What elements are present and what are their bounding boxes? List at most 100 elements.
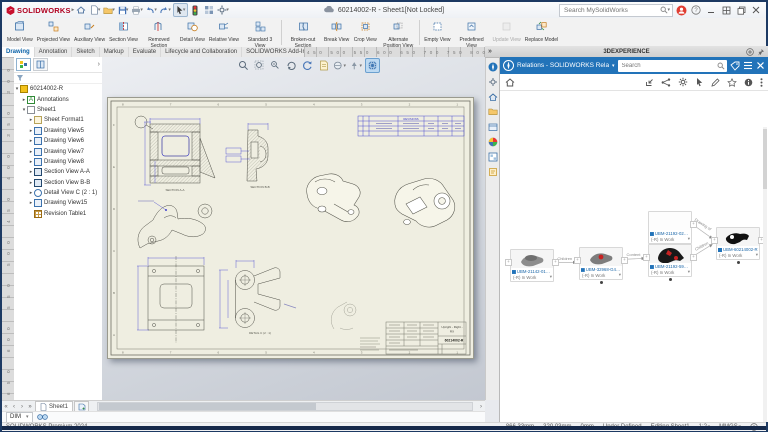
relations-graph-canvas[interactable]: Children Content Drawing of Children ++ … (500, 91, 768, 422)
info-icon[interactable] (744, 78, 753, 87)
view-profile[interactable] (138, 204, 212, 248)
filter-funnel-icon[interactable] (16, 74, 24, 82)
mysolidworks-search[interactable]: ▾ (559, 4, 673, 17)
favorite-star-icon[interactable] (727, 78, 737, 87)
tree-item-sheet1[interactable]: ▾Sheet1 (14, 105, 102, 115)
first-sheet-button[interactable]: « (2, 404, 10, 410)
detail-view-button[interactable]: Detail View (178, 18, 207, 47)
tab-drawing[interactable]: Drawing (2, 47, 35, 57)
options-button[interactable]: ▾ (217, 4, 230, 16)
broken-out-section-button[interactable]: Broken-out Section (284, 18, 322, 47)
panel-scrollbar[interactable] (763, 127, 767, 422)
user-account-icon[interactable] (676, 5, 687, 16)
feature-tree-tab[interactable] (16, 58, 31, 71)
prev-sheet-button[interactable]: ‹ (10, 404, 18, 410)
mysolidworks-search-input[interactable] (562, 6, 660, 15)
view-partial-outline[interactable] (331, 302, 356, 330)
restore-button[interactable] (720, 5, 732, 16)
tree-item-annotations[interactable]: ▸AAnnotations (14, 94, 102, 104)
solidworks-logo[interactable]: SOLIDWORKS ▸ (6, 6, 74, 15)
tree-item-detail-view-c[interactable]: ▸Detail View C (2 : 1) (14, 188, 102, 198)
tab-lifecycle-and-collaboration[interactable]: Lifecycle and Collaboration (161, 47, 242, 57)
solidworks-resources-icon[interactable] (487, 91, 498, 102)
break-view-button[interactable]: Break View (322, 18, 351, 47)
relation-node-1[interactable]: ++ UBM-21142-01605 (-R) In Work▾ (510, 249, 554, 282)
view-isometric-2[interactable] (395, 178, 455, 227)
node-port-icon[interactable]: + (574, 257, 581, 264)
relation-node-3[interactable]: ++ UBM-21192-59185 (-R) In Work▾ (648, 244, 692, 277)
auxiliary-view-button[interactable]: Auxiliary View (72, 18, 107, 47)
relations-search-input[interactable] (620, 62, 717, 70)
view-palette-icon[interactable] (487, 151, 498, 162)
tree-item-document-root[interactable]: ▾60214002-R (14, 84, 102, 94)
section-view-button[interactable]: Section View (107, 18, 140, 47)
tag-icon[interactable] (730, 61, 740, 71)
tab-evaluate[interactable]: Evaluate (129, 47, 161, 57)
new-document-button[interactable]: ▾ (89, 4, 102, 16)
file-explorer-icon[interactable] (487, 121, 498, 132)
search-scope-caret-icon[interactable]: ▾ (667, 7, 670, 13)
dims-front[interactable] (137, 257, 204, 330)
3dexperience-compass-icon[interactable] (487, 61, 498, 72)
add-panel-icon[interactable] (746, 48, 754, 56)
tab-markup[interactable]: Markup (100, 47, 129, 57)
open-button[interactable]: ▾ (103, 4, 116, 16)
graphics-area[interactable]: 8 7 6 5 4 3 2 1 8 7 6 5 4 3 2 1 F E D C … (102, 57, 485, 400)
note-profile[interactable] (138, 201, 167, 211)
close-button[interactable] (750, 5, 762, 16)
alternate-position-view-button[interactable]: Alternate Position View (379, 18, 417, 47)
rotate-view-icon[interactable] (285, 59, 298, 72)
tab-annotation[interactable]: Annotation (35, 47, 73, 57)
display-pane-tab[interactable] (33, 58, 48, 71)
tree-item-drawing-view5[interactable]: ▸Drawing View5 (14, 126, 102, 136)
annotation-filter-icon[interactable] (37, 413, 48, 421)
rebuild-button[interactable] (189, 4, 202, 16)
next-sheet-button[interactable]: › (18, 404, 26, 410)
zoom-to-fit-icon[interactable] (237, 59, 250, 72)
pin-panel-icon[interactable] (757, 48, 765, 56)
save-button[interactable]: ▾ (117, 4, 130, 16)
undo-button[interactable]: ▾ (145, 4, 158, 16)
drawing-sheet[interactable]: 8 7 6 5 4 3 2 1 8 7 6 5 4 3 2 1 F E D C … (107, 97, 474, 359)
menu-icon[interactable] (743, 61, 753, 70)
horizontal-scrollbar[interactable] (97, 402, 473, 411)
relation-node-2[interactable]: ++ UBM-32968-G4174 (-R) In Work▾ (579, 247, 623, 280)
replace-model-button[interactable]: Replace Model (523, 18, 560, 47)
sheet-properties-icon[interactable] (317, 59, 330, 72)
expand-node-icon[interactable]: ▾ (550, 274, 552, 280)
display-settings-button[interactable] (203, 4, 216, 16)
zoom-to-area-icon[interactable] (253, 59, 266, 72)
redraw-icon[interactable] (301, 59, 314, 72)
node-port-icon[interactable]: + (505, 259, 512, 266)
node-port-icon[interactable]: + (552, 259, 559, 266)
zoom-in-out-icon[interactable] (269, 59, 282, 72)
select-cursor-icon[interactable] (695, 77, 704, 87)
view-settings-icon[interactable]: ▾ (333, 59, 346, 72)
appearances-icon[interactable] (487, 136, 498, 147)
new-window-button[interactable] (735, 5, 747, 16)
projected-view-button[interactable]: Projected View (35, 18, 72, 47)
expand-node-icon[interactable]: ▾ (619, 272, 621, 278)
hide-show-items-icon[interactable]: ▾ (349, 59, 362, 72)
close-panel-icon[interactable] (756, 61, 765, 70)
minimize-button[interactable] (705, 5, 717, 16)
tree-item-section-view-a-a[interactable]: ▸Section View A-A (14, 167, 102, 177)
node-port-icon[interactable]: + (643, 254, 650, 261)
node-port-icon[interactable]: + (711, 237, 718, 244)
search-icon[interactable] (717, 62, 725, 70)
custom-properties-icon[interactable] (487, 166, 498, 177)
removed-section-button[interactable]: Removed Section (140, 18, 178, 47)
design-library-icon[interactable] (487, 106, 498, 117)
share-icon[interactable] (661, 78, 671, 87)
relative-view-button[interactable]: Relative View (207, 18, 241, 47)
expand-node-icon[interactable]: ▾ (688, 269, 690, 275)
3dexperience-compass-icon[interactable] (503, 60, 514, 71)
view-front[interactable] (148, 256, 204, 343)
tree-item-drawing-view6[interactable]: ▸Drawing View6 (14, 136, 102, 146)
predefined-view-button[interactable]: Predefined View (453, 18, 491, 47)
tree-item-drawing-view15[interactable]: ▸Drawing View15 (14, 198, 102, 208)
view-section-a-a[interactable] (135, 116, 215, 183)
dims-detail-c[interactable] (219, 260, 296, 328)
relation-node-4[interactable]: + UBM-21192-02358 (-R) In Work▾ (648, 211, 692, 244)
edit-pencil-icon[interactable] (711, 78, 720, 87)
